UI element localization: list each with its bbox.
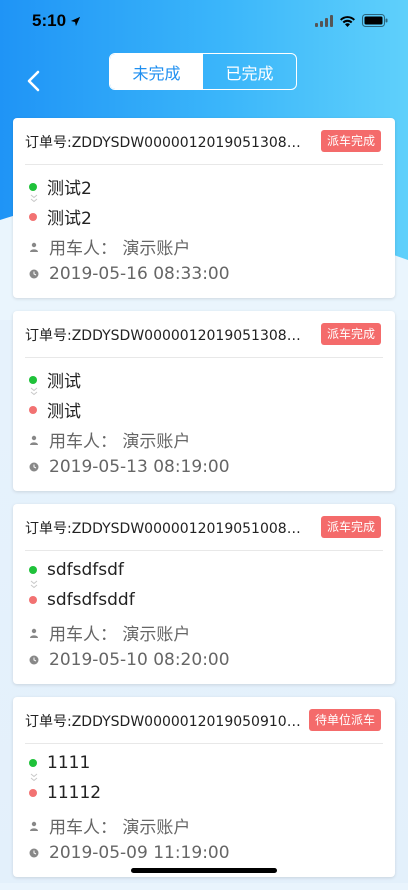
user-row: 用车人： 演示账户: [29, 427, 190, 452]
user-text: 用车人： 演示账户: [49, 432, 191, 452]
order-number: 订单号:ZDDYSDW00000120190513082l...: [25, 328, 305, 344]
clock-icon: [29, 462, 39, 472]
user-text: 用车人： 演示账户: [49, 239, 191, 259]
time-text: 2019-05-13 08:19:00: [49, 457, 230, 477]
status-badge: 派车完成: [320, 516, 381, 538]
double-chevron-down-icon: [30, 580, 38, 589]
end-location: 测试: [47, 402, 81, 422]
time-row: 2019-05-13 08:19:00: [29, 457, 230, 477]
end-dot-icon: [29, 405, 37, 414]
tab-uncompleted[interactable]: 未完成: [110, 54, 203, 89]
order-number: 订单号:ZDDYSDW00000120190510082...: [25, 521, 305, 537]
start-location: 1111: [47, 753, 91, 773]
order-number: 订单号:ZDDYSDW000001201905091019...: [25, 714, 305, 730]
order-card[interactable]: 订单号:ZDDYSDW00000120190513082l... 派车完成 测试…: [13, 311, 395, 491]
start-dot-icon: [29, 375, 37, 384]
end-dot-icon: [29, 789, 37, 797]
start-location: 测试: [47, 372, 81, 392]
end-location: 11112: [47, 783, 102, 803]
time-text: 2019-05-16 08:33:00: [49, 264, 230, 284]
double-chevron-down-icon: [30, 773, 38, 782]
clock-icon: [29, 269, 39, 279]
person-icon: [30, 435, 38, 445]
order-card[interactable]: 订单号:ZDDYSDW00000120190510082... 派车完成 sdf…: [13, 504, 395, 684]
start-dot-icon: [29, 566, 37, 574]
back-button[interactable]: [20, 66, 50, 96]
navigation-bar: 未完成 已完成: [0, 44, 408, 104]
clock-icon: [29, 655, 39, 665]
end-location-row: sdfsdfsddf: [29, 590, 135, 610]
order-number: 订单号:ZDDYSDW00000120190513083...: [25, 135, 305, 151]
end-location-row: 11112: [29, 783, 101, 803]
wifi-icon: [340, 15, 355, 27]
end-location: sdfsdfsddf: [47, 590, 135, 610]
end-location: 测试2: [47, 209, 92, 229]
double-chevron-down-icon: [30, 387, 38, 396]
location-arrow-icon: [70, 16, 81, 26]
order-card-header: 订单号:ZDDYSDW000001201905091019... 待单位派车: [25, 707, 383, 744]
order-list: 订单号:ZDDYSDW00000120190513083... 派车完成 测试2…: [13, 118, 395, 890]
home-indicator[interactable]: [131, 868, 277, 873]
user-row: 用车人： 演示账户: [29, 234, 190, 259]
order-card[interactable]: 订单号:ZDDYSDW000001201905091019... 待单位派车 1…: [13, 697, 395, 877]
time-row: 2019-05-16 08:33:00: [29, 264, 230, 284]
start-location-row: sdfsdfsdf: [29, 560, 124, 580]
end-dot-icon: [29, 212, 37, 221]
time-row: 2019-05-09 11:19:00: [29, 843, 230, 863]
status-segmented-control: 未完成 已完成: [109, 53, 297, 90]
order-card[interactable]: 订单号:ZDDYSDW00000120190513083... 派车完成 测试2…: [13, 118, 395, 298]
person-icon: [30, 242, 38, 252]
start-dot-icon: [29, 759, 37, 767]
order-card-header: 订单号:ZDDYSDW00000120190513083... 派车完成: [25, 128, 383, 165]
status-badge: 待单位派车: [308, 709, 381, 731]
time-text: 2019-05-09 11:19:00: [49, 843, 230, 863]
person-icon: [30, 821, 38, 831]
tab-completed[interactable]: 已完成: [203, 54, 296, 89]
start-location: 测试2: [47, 179, 92, 199]
battery-icon: [362, 14, 388, 27]
user-text: 用车人： 演示账户: [49, 625, 191, 645]
status-indicators: [315, 14, 388, 27]
user-text: 用车人： 演示账户: [49, 818, 191, 838]
clock-text: 5:10: [32, 11, 67, 30]
end-location-row: 测试: [29, 397, 81, 422]
double-chevron-down-icon: [30, 194, 38, 203]
time-row: 2019-05-10 08:20:00: [29, 650, 230, 670]
end-location-row: 测试2: [29, 204, 92, 229]
time-text: 2019-05-10 08:20:00: [49, 650, 230, 670]
status-bar: 5:10: [0, 0, 408, 44]
clock-icon: [29, 848, 39, 858]
start-location-row: 测试2: [29, 174, 92, 199]
signal-icon: [315, 14, 333, 27]
person-icon: [30, 628, 38, 638]
order-card-header: 订单号:ZDDYSDW00000120190510082... 派车完成: [25, 514, 383, 551]
status-badge: 派车完成: [320, 323, 381, 345]
status-time: 5:10: [32, 11, 81, 31]
end-dot-icon: [29, 596, 37, 604]
start-location: sdfsdfsdf: [47, 560, 124, 580]
order-card-header: 订单号:ZDDYSDW00000120190513082l... 派车完成: [25, 321, 383, 358]
user-row: 用车人： 演示账户: [29, 813, 190, 838]
start-location-row: 1111: [29, 753, 90, 773]
chevron-left-icon: [27, 70, 40, 92]
user-row: 用车人： 演示账户: [29, 620, 190, 645]
status-badge: 派车完成: [320, 130, 381, 152]
start-dot-icon: [29, 182, 37, 191]
